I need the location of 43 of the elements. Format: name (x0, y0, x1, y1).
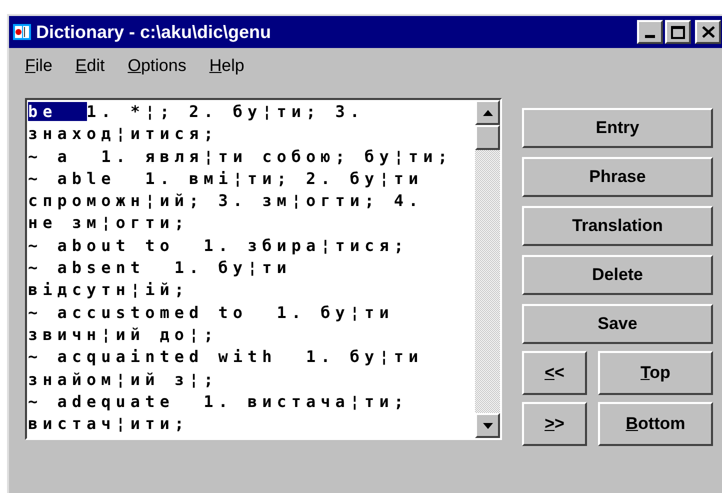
text-line: ~ able 1. вмі¦ти; 2. бу¦ти (28, 168, 424, 190)
minimize-icon (645, 35, 655, 38)
menu-item[interactable]: Edit (75, 53, 105, 79)
window-title: Dictionary - c:\aku\dic\genu (36, 20, 272, 44)
text-line: знайом¦ий з¦; (28, 368, 218, 391)
menu-item[interactable]: Options (128, 53, 186, 79)
action-button[interactable]: Entry (522, 108, 713, 148)
text-line: ~ absent 1. бу¦ти (28, 257, 292, 280)
action-button[interactable]: Phrase (522, 157, 713, 197)
nav-button[interactable]: Bottom (598, 402, 713, 446)
text-line: звичн¦ий до¦; (28, 324, 218, 346)
text-line: ~ adequate 1. вистача¦ти; (28, 390, 408, 413)
close-button[interactable] (695, 20, 721, 44)
text-line: ~ acquainted with 1. бу¦ти (28, 346, 424, 368)
text-line: відсутн¦ій; (28, 279, 189, 302)
down-arrow-icon (482, 422, 492, 428)
action-button[interactable]: Translation (522, 206, 713, 246)
text-line: знаход¦итися; (28, 123, 218, 146)
text-line: не зм¦огти; (28, 212, 189, 234)
text-line: вистач¦ити; (28, 413, 189, 436)
arrow-button[interactable]: >> (522, 402, 587, 446)
text-line: ~ accustomed to 1. бу¦ти (28, 302, 394, 324)
scroll-thumb[interactable] (475, 125, 500, 150)
text-line: спроможн¦ий; 3. зм¦огти; 4. (28, 190, 424, 212)
scroll-up-button[interactable] (475, 100, 500, 125)
text-line: ~ a 1. явля¦ти собою; бу¦ти; (28, 146, 452, 168)
action-button[interactable]: Delete (522, 255, 713, 295)
text-line: ~ about to 1. збира¦тися; (28, 234, 408, 257)
minimize-button[interactable] (637, 20, 663, 44)
app-icon (13, 23, 31, 41)
up-arrow-icon (482, 110, 492, 116)
action-button[interactable]: Save (522, 304, 713, 344)
menu-item[interactable]: Help (209, 53, 244, 79)
arrow-button[interactable]: << (522, 351, 587, 395)
nav-button[interactable]: Top (598, 351, 713, 395)
maximize-icon (671, 26, 685, 38)
text-area[interactable] (27, 100, 475, 438)
close-icon (702, 26, 714, 38)
scrollbar[interactable] (475, 100, 500, 438)
maximize-button[interactable] (665, 20, 691, 44)
text-line: be 1. *¦; 2. бу¦ти; 3. (28, 101, 365, 123)
menu-item[interactable]: File (25, 53, 52, 79)
scroll-down-button[interactable] (475, 413, 500, 438)
